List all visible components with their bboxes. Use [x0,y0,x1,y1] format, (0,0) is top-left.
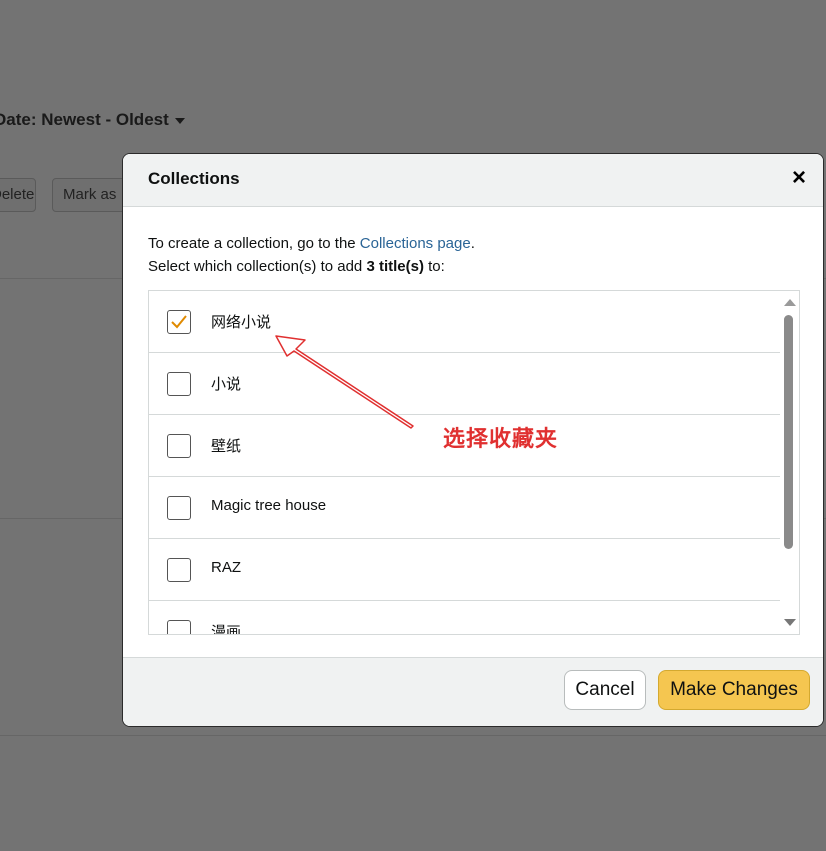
checkbox[interactable] [167,496,191,520]
list-item-label: 小说 [211,376,242,393]
dialog-header: Collections × [123,154,823,207]
list-item[interactable]: RAZ [149,539,780,601]
list-item[interactable]: 漫画 [149,601,780,635]
caret-down-icon [174,117,185,124]
checkbox-checked[interactable] [167,310,191,334]
list-item[interactable]: 小说 [149,353,780,415]
dialog-footer: Cancel Make Changes [123,657,823,726]
make-changes-button[interactable]: Make Changes [658,670,810,710]
checkbox[interactable] [167,620,191,634]
list-item-label: RAZ [211,559,241,576]
collections-page-link[interactable]: Collections page [360,235,471,252]
list-item-label: 网络小说 [211,314,272,331]
list-item-label: 漫画 [211,624,242,635]
sort-dropdown[interactable]: Date: Newest - Oldest [0,110,185,130]
sort-label: Date: Newest - Oldest [0,110,169,129]
scrollbar[interactable] [780,291,799,634]
list-item-label: Magic tree house [211,497,327,514]
list-item[interactable]: Magic tree house [149,477,780,539]
close-icon[interactable]: × [789,166,809,190]
list-item-label: 壁纸 [211,438,242,455]
annotation-label: 选择收藏夹 [443,427,559,452]
cancel-button[interactable]: Cancel [564,670,646,710]
scrollbar-thumb[interactable] [784,315,793,549]
collection-list: 网络小说 小说 壁纸 Magic tree house RAZ 漫画 [148,290,800,635]
checkbox[interactable] [167,372,191,396]
list-item[interactable]: 网络小说 [149,291,780,353]
checkbox[interactable] [167,434,191,458]
delete-button[interactable]: Delete [0,178,36,212]
scroll-down-icon[interactable] [784,619,796,626]
dialog-instructions: To create a collection, go to the Collec… [148,235,475,275]
checkmark-icon [171,315,187,329]
checkbox[interactable] [167,558,191,582]
scroll-up-icon[interactable] [784,299,796,306]
title-count: 3 title(s) [366,258,424,275]
dialog-title: Collections [148,169,240,188]
divider [0,735,826,736]
